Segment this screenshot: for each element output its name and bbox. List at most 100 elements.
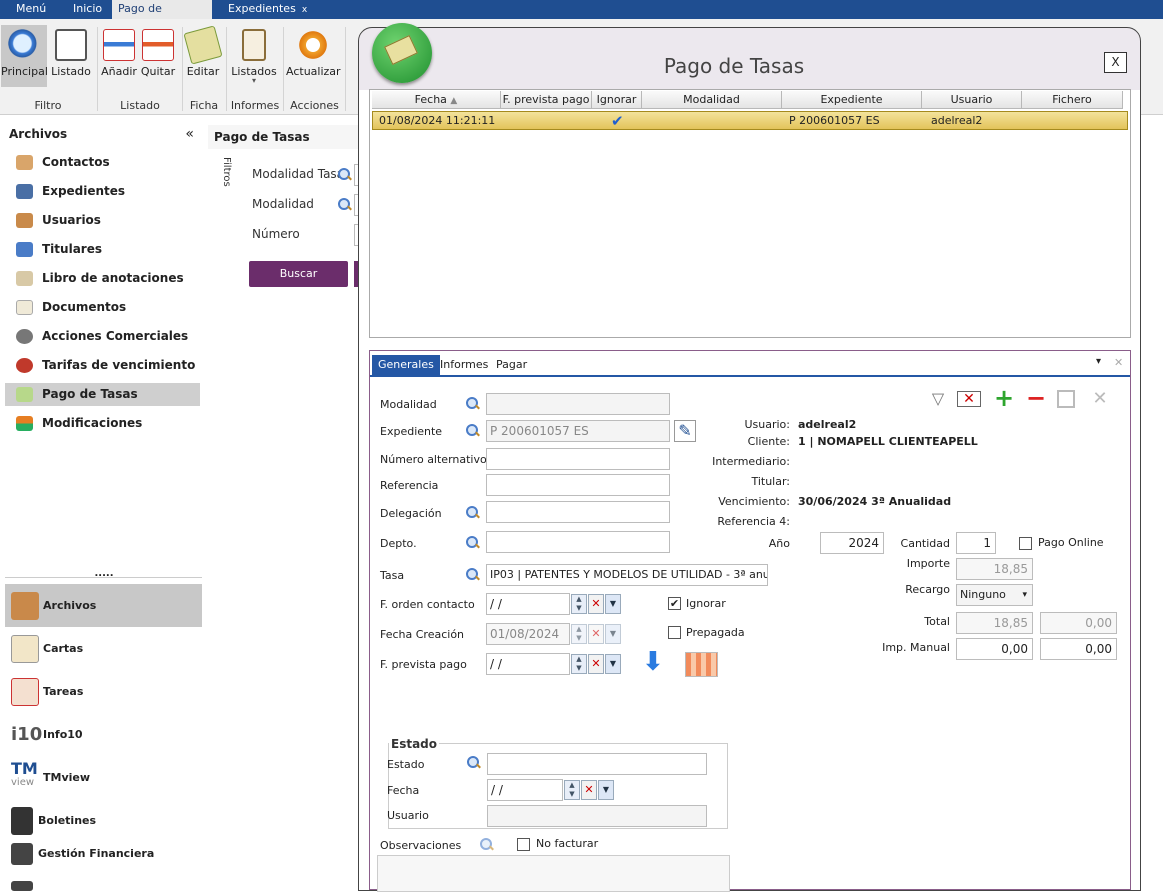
- modalidad-input[interactable]: [486, 393, 670, 415]
- search-icon[interactable]: [466, 568, 479, 581]
- sidebar-item-tarifas[interactable]: Tarifas de vencimiento: [5, 354, 200, 377]
- sidebar-item-documentos[interactable]: Documentos: [5, 296, 200, 319]
- prepagada-checkbox[interactable]: [668, 626, 681, 639]
- ano-input[interactable]: 2024: [820, 532, 884, 554]
- calendar-dropdown-icon[interactable]: ▼: [598, 780, 614, 800]
- tab-expedientes[interactable]: Expedientes x: [222, 0, 313, 19]
- panel-close-icon[interactable]: ✕: [1114, 356, 1123, 369]
- sidebar-item-titulares[interactable]: Titulares: [5, 238, 200, 261]
- ignorar-checkbox[interactable]: ✔: [668, 597, 681, 610]
- column-modalidad[interactable]: Modalidad: [642, 91, 782, 109]
- filtros-tab[interactable]: Filtros: [212, 157, 232, 197]
- f-prevista-pago-input[interactable]: / /: [486, 653, 570, 675]
- module-info10[interactable]: i10 Info10: [5, 713, 202, 756]
- total-input-2[interactable]: 0,00: [1040, 612, 1117, 634]
- imp-manual-input[interactable]: 0,00: [956, 638, 1033, 660]
- expediente-input[interactable]: P 200601057 ES: [486, 420, 670, 442]
- tab-menu[interactable]: Menú: [10, 0, 52, 19]
- search-icon[interactable]: [466, 397, 479, 410]
- column-fichero[interactable]: Fichero: [1022, 91, 1123, 109]
- cantidad-input[interactable]: 1: [956, 532, 996, 554]
- module-gestion-financiera[interactable]: Gestión Financiera: [5, 832, 202, 875]
- fecha-creacion-input[interactable]: 01/08/2024: [486, 623, 570, 645]
- delete-card-icon[interactable]: ✕: [957, 391, 981, 407]
- search-icon[interactable]: [338, 168, 351, 181]
- total-input[interactable]: 18,85: [956, 612, 1033, 634]
- date-spinner-icon[interactable]: ▲ ▼: [571, 624, 587, 644]
- search-icon[interactable]: [466, 536, 479, 549]
- recargo-select[interactable]: Ninguno ▾: [956, 584, 1033, 606]
- depto-input[interactable]: [486, 531, 670, 553]
- anadir-button[interactable]: Añadir: [100, 25, 138, 87]
- date-spinner-icon[interactable]: ▲ ▼: [571, 654, 587, 674]
- tab-pago-de-tasas[interactable]: Pago de Tasasx: [112, 0, 212, 33]
- no-facturar-checkbox[interactable]: [517, 838, 530, 851]
- clear-date-icon[interactable]: ✕: [581, 780, 597, 800]
- tab-generales[interactable]: Generales: [372, 355, 440, 375]
- column-ignorar[interactable]: Ignorar: [592, 91, 642, 109]
- tab-informes[interactable]: Informes: [434, 355, 494, 375]
- sidebar-item-acciones[interactable]: Acciones Comerciales: [5, 325, 200, 348]
- module-cartas[interactable]: Cartas: [5, 627, 202, 670]
- sidebar-item-pago-de-tasas[interactable]: Pago de Tasas: [5, 383, 200, 406]
- f-orden-contacto-input[interactable]: / /: [486, 593, 570, 615]
- pago-online-checkbox[interactable]: [1019, 537, 1032, 550]
- sidebar-item-libro[interactable]: Libro de anotaciones: [5, 267, 200, 290]
- calendar-grid-icon[interactable]: [685, 652, 718, 677]
- edit-pencil-icon[interactable]: ✎: [674, 420, 696, 442]
- column-f-prevista-pago[interactable]: F. prevista pago: [501, 91, 592, 109]
- quitar-button[interactable]: Quitar: [140, 25, 176, 87]
- cancel-icon[interactable]: ✕: [1089, 388, 1111, 410]
- referencia-input[interactable]: [486, 474, 670, 496]
- tasa-input[interactable]: IP03 | PATENTES Y MODELOS DE UTILIDAD - …: [486, 564, 768, 586]
- sidebar-item-modificaciones[interactable]: Modificaciones: [5, 412, 200, 435]
- estado-input[interactable]: [487, 753, 707, 775]
- search-icon[interactable]: [480, 838, 493, 851]
- remove-icon[interactable]: −: [1025, 386, 1047, 410]
- sidebar-item-expedientes[interactable]: Expedientes: [5, 180, 200, 203]
- calendar-dropdown-icon[interactable]: ▼: [605, 624, 621, 644]
- actualizar-button[interactable]: Actualizar: [286, 25, 341, 87]
- clear-date-icon[interactable]: ✕: [588, 624, 604, 644]
- importe-input[interactable]: 18,85: [956, 558, 1033, 580]
- sidebar-item-contactos[interactable]: Contactos: [5, 151, 200, 174]
- close-tab-icon[interactable]: x: [302, 5, 307, 15]
- calendar-dropdown-icon[interactable]: ▼: [605, 594, 621, 614]
- add-icon[interactable]: +: [993, 386, 1015, 410]
- close-button[interactable]: X: [1104, 52, 1127, 73]
- search-icon[interactable]: [338, 198, 351, 211]
- estado-usuario-input[interactable]: [487, 805, 707, 827]
- collapse-icon[interactable]: «: [185, 123, 194, 145]
- module-tareas[interactable]: Tareas: [5, 670, 202, 713]
- module-tmview[interactable]: TM view TMview: [5, 756, 202, 799]
- date-spinner-icon[interactable]: ▲ ▼: [564, 780, 580, 800]
- search-icon[interactable]: [467, 756, 480, 769]
- buscar-button[interactable]: Buscar: [249, 261, 348, 287]
- download-arrow-icon[interactable]: ⬇: [638, 649, 668, 677]
- tab-pagar[interactable]: Pagar: [490, 355, 533, 375]
- observaciones-textarea[interactable]: [377, 855, 730, 892]
- clear-date-icon[interactable]: ✕: [588, 594, 604, 614]
- imp-manual-input-2[interactable]: 0,00: [1040, 638, 1117, 660]
- tab-inicio[interactable]: Inicio: [67, 0, 108, 19]
- save-icon[interactable]: [1057, 390, 1075, 408]
- column-expediente[interactable]: Expediente: [782, 91, 922, 109]
- table-row[interactable]: 01/08/2024 11:21:11 ✔ P 200601057 ES ade…: [372, 111, 1128, 130]
- principal-button[interactable]: Principal: [1, 25, 48, 87]
- estado-fecha-input[interactable]: / /: [487, 779, 563, 801]
- calendar-dropdown-icon[interactable]: ▼: [605, 654, 621, 674]
- column-fecha[interactable]: Fecha ▲: [372, 91, 501, 109]
- listado-button[interactable]: Listado: [49, 25, 93, 87]
- search-icon[interactable]: [466, 506, 479, 519]
- date-spinner-icon[interactable]: ▲ ▼: [571, 594, 587, 614]
- module-archivos[interactable]: Archivos: [5, 584, 202, 627]
- panel-menu-icon[interactable]: ▾: [1096, 356, 1101, 367]
- delegacion-input[interactable]: [486, 501, 670, 523]
- numero-alternativo-input[interactable]: [486, 448, 670, 470]
- sidebar-item-usuarios[interactable]: Usuarios: [5, 209, 200, 232]
- column-usuario[interactable]: Usuario: [922, 91, 1022, 109]
- search-icon[interactable]: [466, 424, 479, 437]
- listados-button[interactable]: Listados ▾: [230, 25, 278, 87]
- editar-button[interactable]: Editar: [183, 25, 223, 87]
- filter-icon[interactable]: ▽: [927, 388, 949, 410]
